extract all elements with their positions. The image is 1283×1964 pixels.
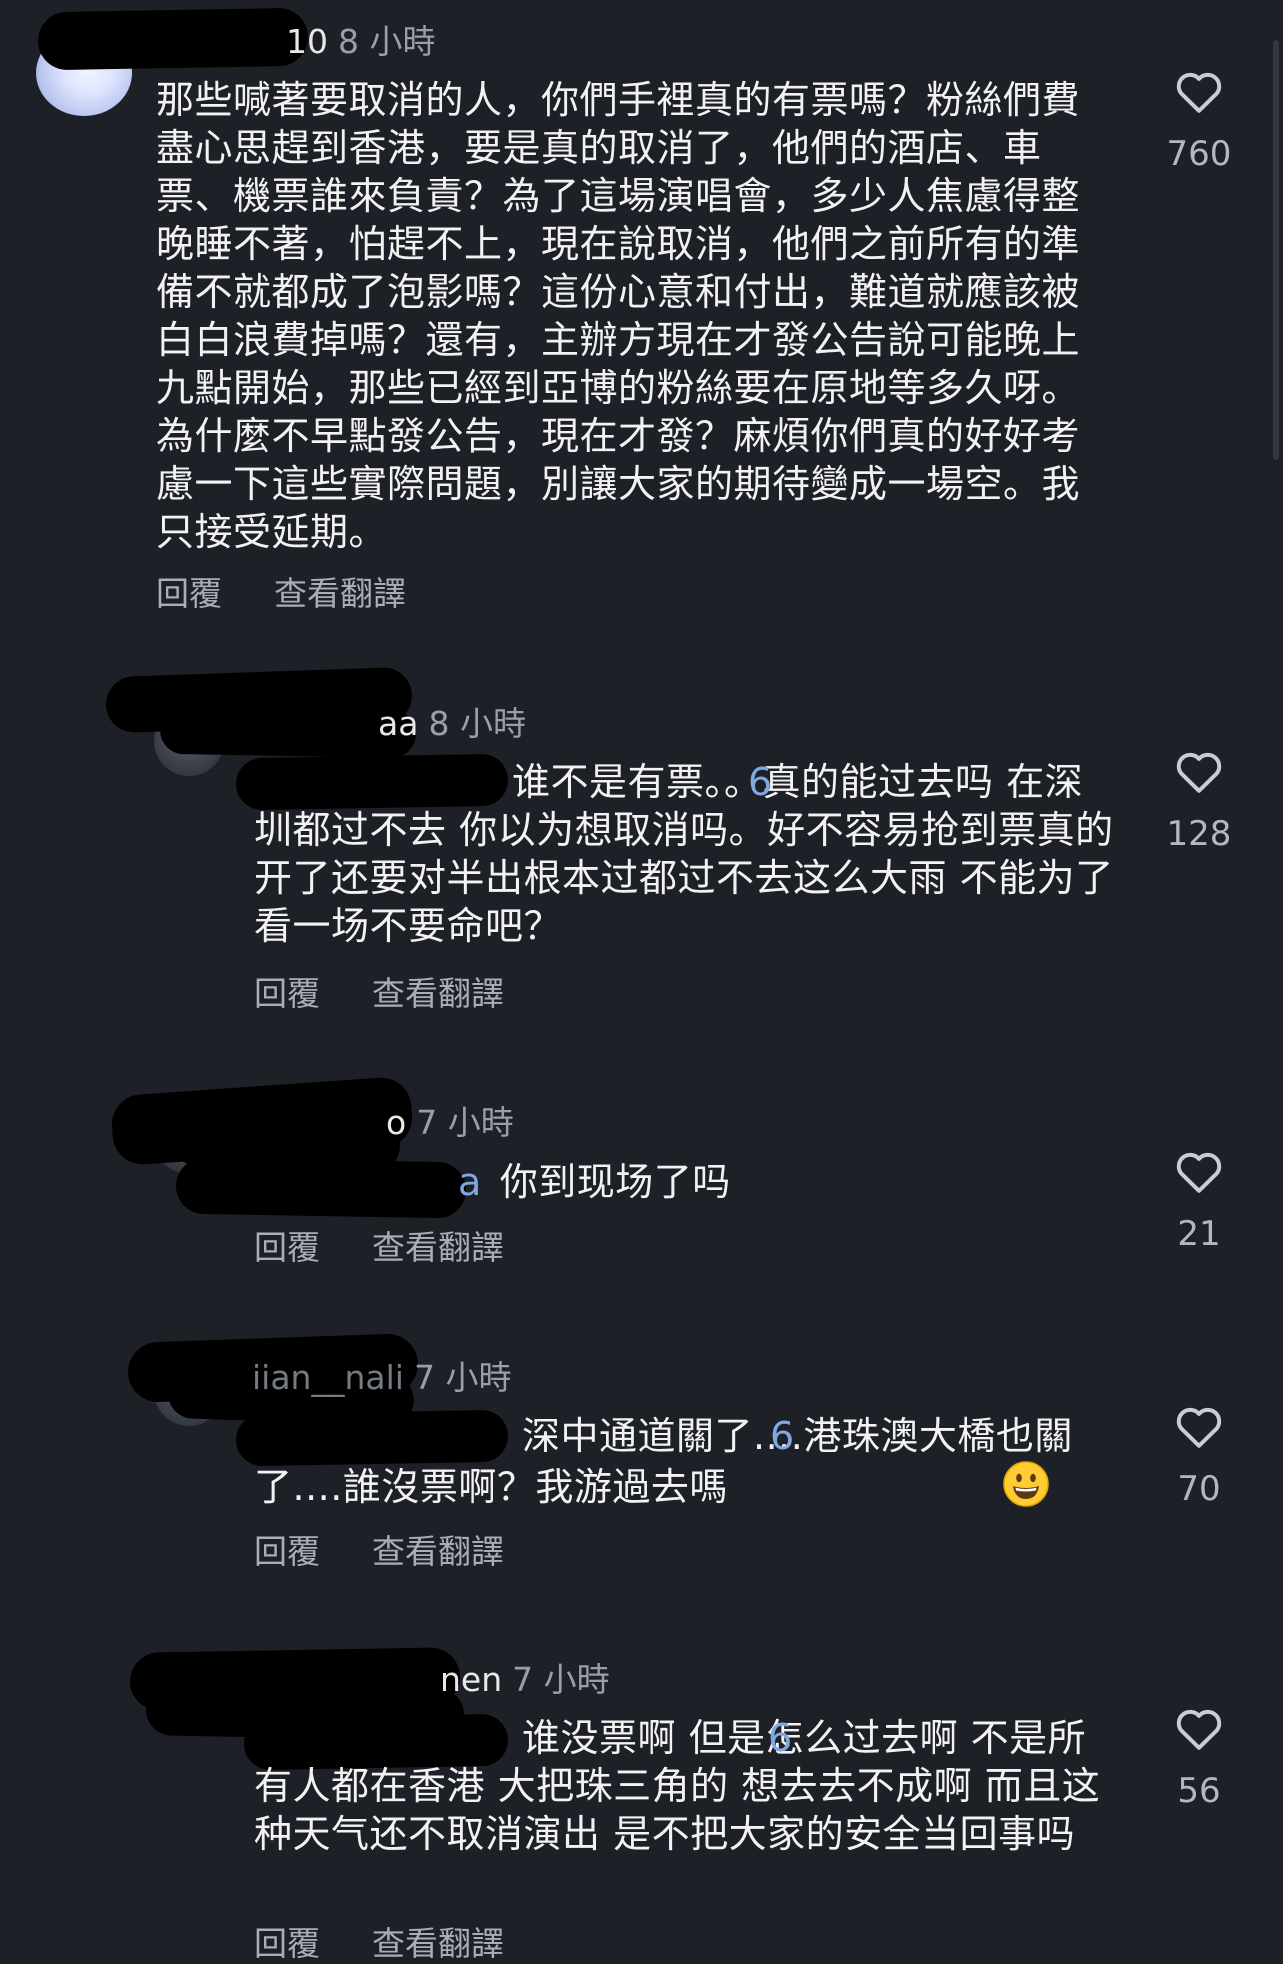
scrollbar[interactable] bbox=[1273, 40, 1279, 460]
like-count: 128 bbox=[1166, 814, 1232, 854]
username[interactable]: iian__nali bbox=[252, 1358, 404, 1397]
comment-actions: 回覆 查看翻譯 bbox=[254, 1228, 504, 1268]
comment-text: a 你到现场了吗 bbox=[254, 1158, 1114, 1206]
heart-outline-icon bbox=[1176, 1152, 1222, 1193]
mention-link[interactable]: 6 bbox=[502, 1412, 795, 1460]
reply-button[interactable]: 回覆 bbox=[156, 574, 222, 613]
see-translation-button[interactable]: 查看翻譯 bbox=[372, 1532, 504, 1571]
mention-link[interactable]: 6 bbox=[490, 758, 773, 806]
timestamp: 7 小時 bbox=[413, 1358, 512, 1397]
timestamp: 7 小時 bbox=[416, 1103, 514, 1142]
comment-text: 6 谁不是有票。。真的能过去吗 在深圳都过不去 你以为想取消吗。好不容易抢到票真的… bbox=[254, 758, 1114, 950]
heart-outline-icon bbox=[1176, 72, 1222, 113]
reply-button[interactable]: 回覆 bbox=[254, 1228, 320, 1267]
username[interactable]: 10 bbox=[286, 22, 328, 61]
username[interactable]: aa bbox=[378, 704, 418, 743]
comment-actions: 回覆 查看翻譯 bbox=[254, 1532, 504, 1572]
reply-button[interactable]: 回覆 bbox=[254, 1532, 320, 1571]
like-button[interactable]: 760 bbox=[1149, 68, 1249, 174]
comment-meta: 10 8 小時 bbox=[286, 22, 436, 62]
see-translation-button[interactable]: 查看翻譯 bbox=[372, 1228, 504, 1267]
timestamp: 8 小時 bbox=[338, 22, 436, 61]
comment-text: 6 深中通道關了....港珠澳大橋也關了....誰沒票啊？我游過去嗎 bbox=[254, 1412, 1114, 1511]
like-count: 70 bbox=[1177, 1469, 1221, 1509]
comment-meta: aa 8 小時 bbox=[378, 704, 526, 744]
comment-meta: iian__nali 7 小時 bbox=[252, 1358, 511, 1398]
grinning-face-emoji bbox=[734, 1460, 1049, 1508]
see-translation-button[interactable]: 查看翻譯 bbox=[274, 574, 406, 613]
see-translation-button[interactable]: 查看翻譯 bbox=[372, 974, 504, 1013]
username[interactable]: o bbox=[386, 1103, 406, 1142]
see-translation-button[interactable]: 查看翻譯 bbox=[372, 1924, 504, 1963]
heart-outline-icon bbox=[1176, 1407, 1222, 1448]
mention-link[interactable]: 6 bbox=[500, 1714, 793, 1762]
comment-meta: o 7 小時 bbox=[386, 1103, 514, 1143]
reply-text: 你到现场了吗 bbox=[499, 1160, 731, 1204]
like-button[interactable]: 70 bbox=[1149, 1403, 1249, 1509]
like-count: 56 bbox=[1177, 1771, 1221, 1811]
mention-link[interactable]: a bbox=[458, 1158, 482, 1206]
like-count: 760 bbox=[1166, 134, 1232, 174]
like-count: 21 bbox=[1177, 1214, 1221, 1254]
like-button[interactable]: 128 bbox=[1149, 748, 1249, 854]
heart-outline-icon bbox=[1176, 1709, 1222, 1750]
like-button[interactable]: 21 bbox=[1149, 1148, 1249, 1254]
username[interactable]: nen bbox=[440, 1660, 502, 1699]
timestamp: 8 小時 bbox=[428, 704, 526, 743]
reply-button[interactable]: 回覆 bbox=[254, 974, 320, 1013]
comment-actions: 回覆 查看翻譯 bbox=[254, 974, 504, 1014]
comment-meta: nen 7 小時 bbox=[440, 1660, 610, 1700]
timestamp: 7 小時 bbox=[512, 1660, 610, 1699]
comment-text: 6 谁没票啊 但是怎么过去啊 不是所有人都在香港 大把珠三角的 想去去不成啊 而且… bbox=[254, 1714, 1114, 1858]
comment-text: 那些喊著要取消的人，你們手裡真的有票嗎？粉絲們費盡心思趕到香港，要是真的取消了，… bbox=[156, 78, 1081, 554]
like-button[interactable]: 56 bbox=[1149, 1705, 1249, 1811]
reply-button[interactable]: 回覆 bbox=[254, 1924, 320, 1963]
comment-actions: 回覆 查看翻譯 bbox=[156, 574, 406, 614]
heart-outline-icon bbox=[1176, 752, 1222, 793]
redacted-username bbox=[37, 7, 309, 71]
comment-actions: 回覆 查看翻譯 bbox=[254, 1924, 504, 1964]
